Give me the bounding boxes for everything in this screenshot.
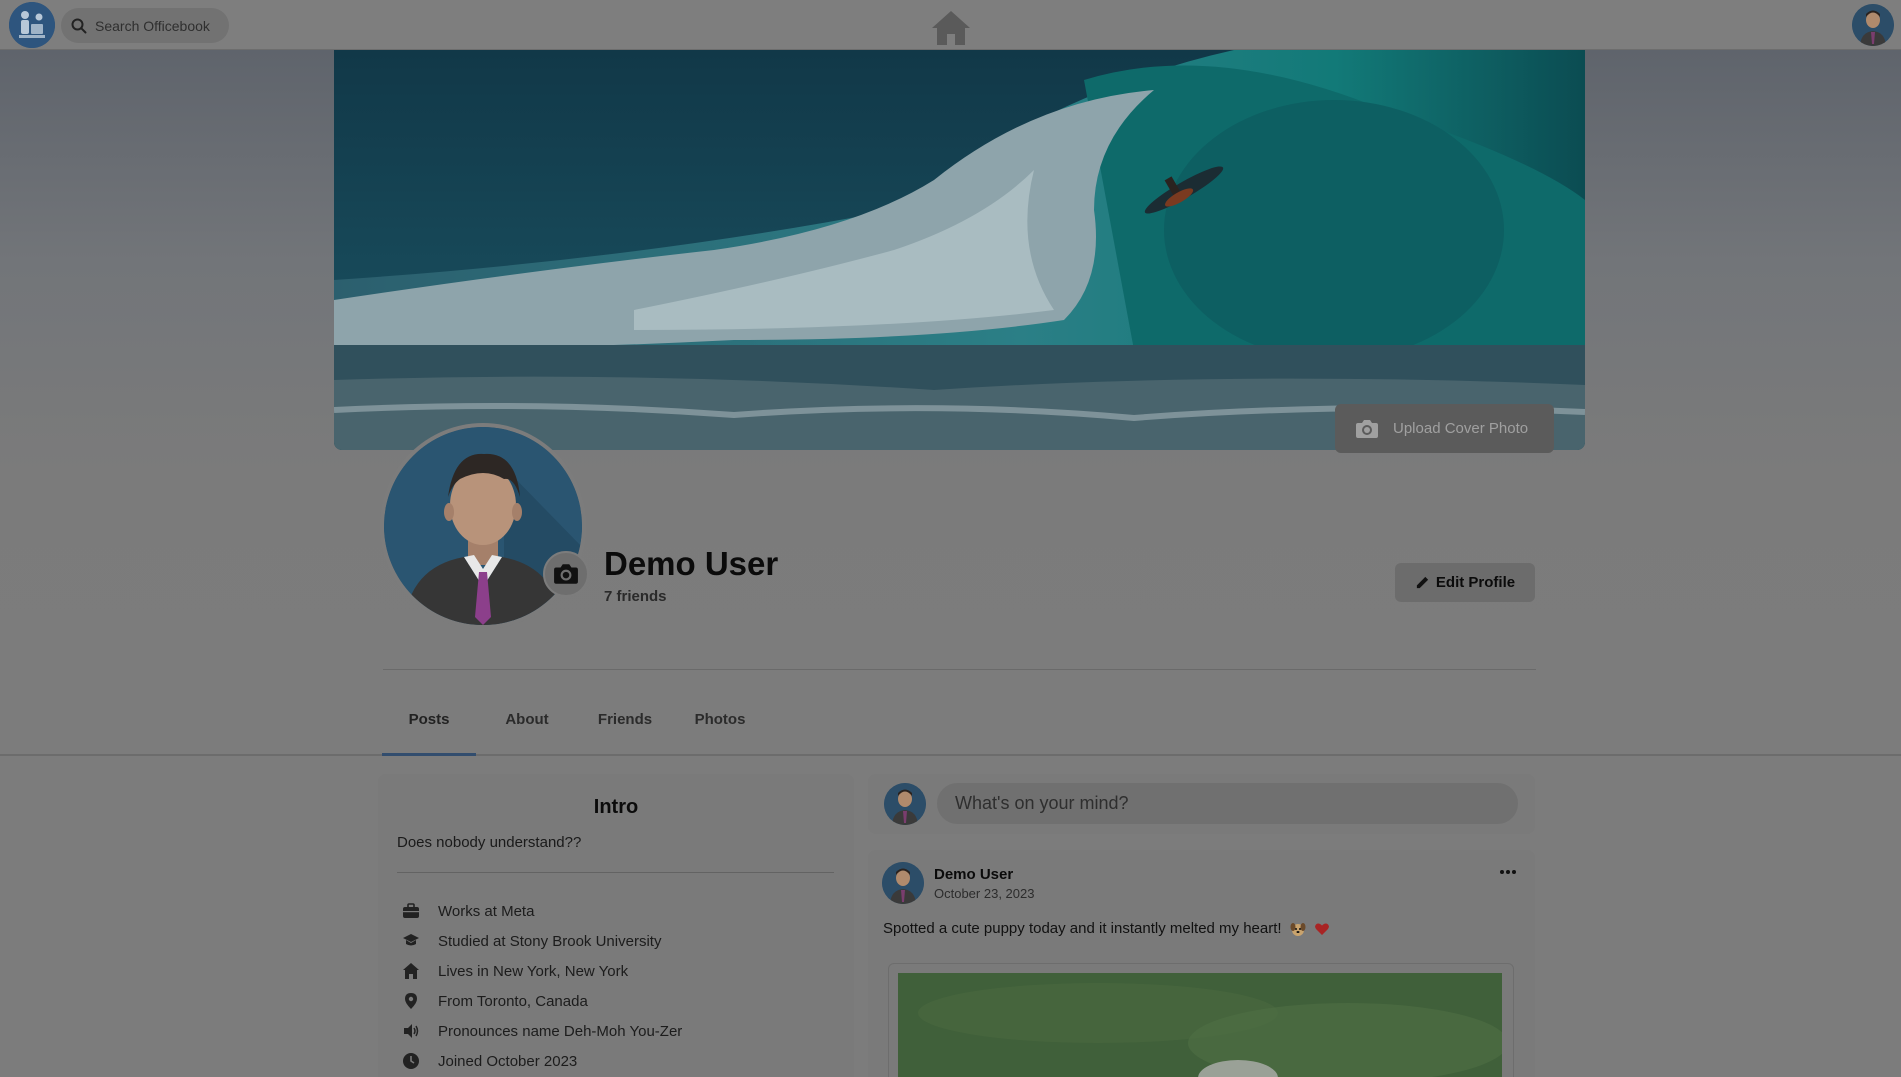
camera-icon bbox=[1356, 419, 1378, 438]
search-bar[interactable] bbox=[61, 8, 229, 43]
post-image-frame bbox=[888, 963, 1514, 1077]
intro-item-pronunciation: Pronounces name Deh-Moh You-Zer bbox=[402, 1016, 682, 1046]
cover-photo bbox=[334, 50, 1585, 450]
heart-icon bbox=[1315, 923, 1329, 936]
avatar[interactable] bbox=[884, 783, 926, 825]
whats-on-your-mind-input[interactable] bbox=[937, 783, 1518, 824]
home-icon bbox=[403, 963, 419, 979]
intro-bio: Does nobody understand?? bbox=[397, 834, 582, 851]
intro-item-from: From Toronto, Canada bbox=[402, 986, 682, 1016]
intro-item-work: Works at Meta bbox=[402, 896, 682, 926]
post-text: Spotted a cute puppy today and it instan… bbox=[883, 920, 1330, 937]
avatar[interactable] bbox=[882, 862, 924, 904]
puppy-emoji-icon bbox=[1290, 923, 1306, 937]
change-profile-picture-button[interactable] bbox=[543, 551, 589, 597]
friends-count[interactable]: 7 friends bbox=[604, 588, 667, 605]
intro-item-lives: Lives in New York, New York bbox=[402, 956, 682, 986]
graduation-cap-icon bbox=[403, 934, 419, 946]
edit-profile-button[interactable]: Edit Profile bbox=[1395, 563, 1535, 602]
home-button[interactable] bbox=[929, 8, 973, 48]
speaker-icon bbox=[404, 1024, 419, 1038]
post-composer bbox=[868, 774, 1535, 834]
intro-details-list: Works at Meta Studied at Stony Brook Uni… bbox=[402, 896, 682, 1076]
post-image[interactable] bbox=[898, 973, 1502, 1077]
more-options-icon bbox=[1500, 870, 1516, 874]
intro-card: Intro Does nobody understand?? Works at … bbox=[378, 774, 854, 1077]
location-pin-icon bbox=[405, 993, 417, 1009]
profile-name: Demo User bbox=[604, 545, 779, 582]
briefcase-icon bbox=[403, 903, 419, 918]
intro-title: Intro bbox=[593, 796, 639, 818]
upload-cover-photo-label: Upload Cover Photo bbox=[1393, 420, 1529, 437]
tab-friends[interactable]: Friends bbox=[578, 698, 672, 756]
intro-item-education: Studied at Stony Brook University bbox=[402, 926, 682, 956]
search-icon bbox=[71, 18, 87, 33]
top-navigation-bar bbox=[0, 0, 1901, 50]
account-avatar-button[interactable] bbox=[1852, 4, 1894, 46]
intro-item-joined: Joined October 2023 bbox=[402, 1046, 682, 1076]
profile-tabs: Posts About Friends Photos bbox=[382, 698, 768, 756]
edit-profile-label: Edit Profile bbox=[1435, 574, 1516, 591]
home-icon bbox=[932, 11, 970, 45]
tab-about[interactable]: About bbox=[476, 698, 578, 756]
post-date[interactable]: October 23, 2023 bbox=[934, 886, 1034, 901]
camera-icon bbox=[554, 564, 578, 584]
tab-photos[interactable]: Photos bbox=[672, 698, 768, 756]
officebook-logo[interactable] bbox=[9, 2, 55, 48]
tab-posts[interactable]: Posts bbox=[382, 698, 476, 756]
upload-cover-photo-button[interactable]: Upload Cover Photo bbox=[1335, 404, 1554, 453]
pencil-icon bbox=[1416, 576, 1429, 589]
header-divider bbox=[383, 669, 1536, 670]
clock-icon bbox=[403, 1053, 419, 1069]
intro-divider bbox=[397, 872, 834, 873]
search-input[interactable] bbox=[95, 17, 215, 34]
post-author[interactable]: Demo User bbox=[934, 866, 1013, 883]
profile-picture[interactable] bbox=[380, 423, 586, 629]
post-card: Demo User October 23, 2023 Spotted a cut… bbox=[868, 850, 1535, 1077]
post-options-button[interactable] bbox=[1490, 860, 1526, 884]
